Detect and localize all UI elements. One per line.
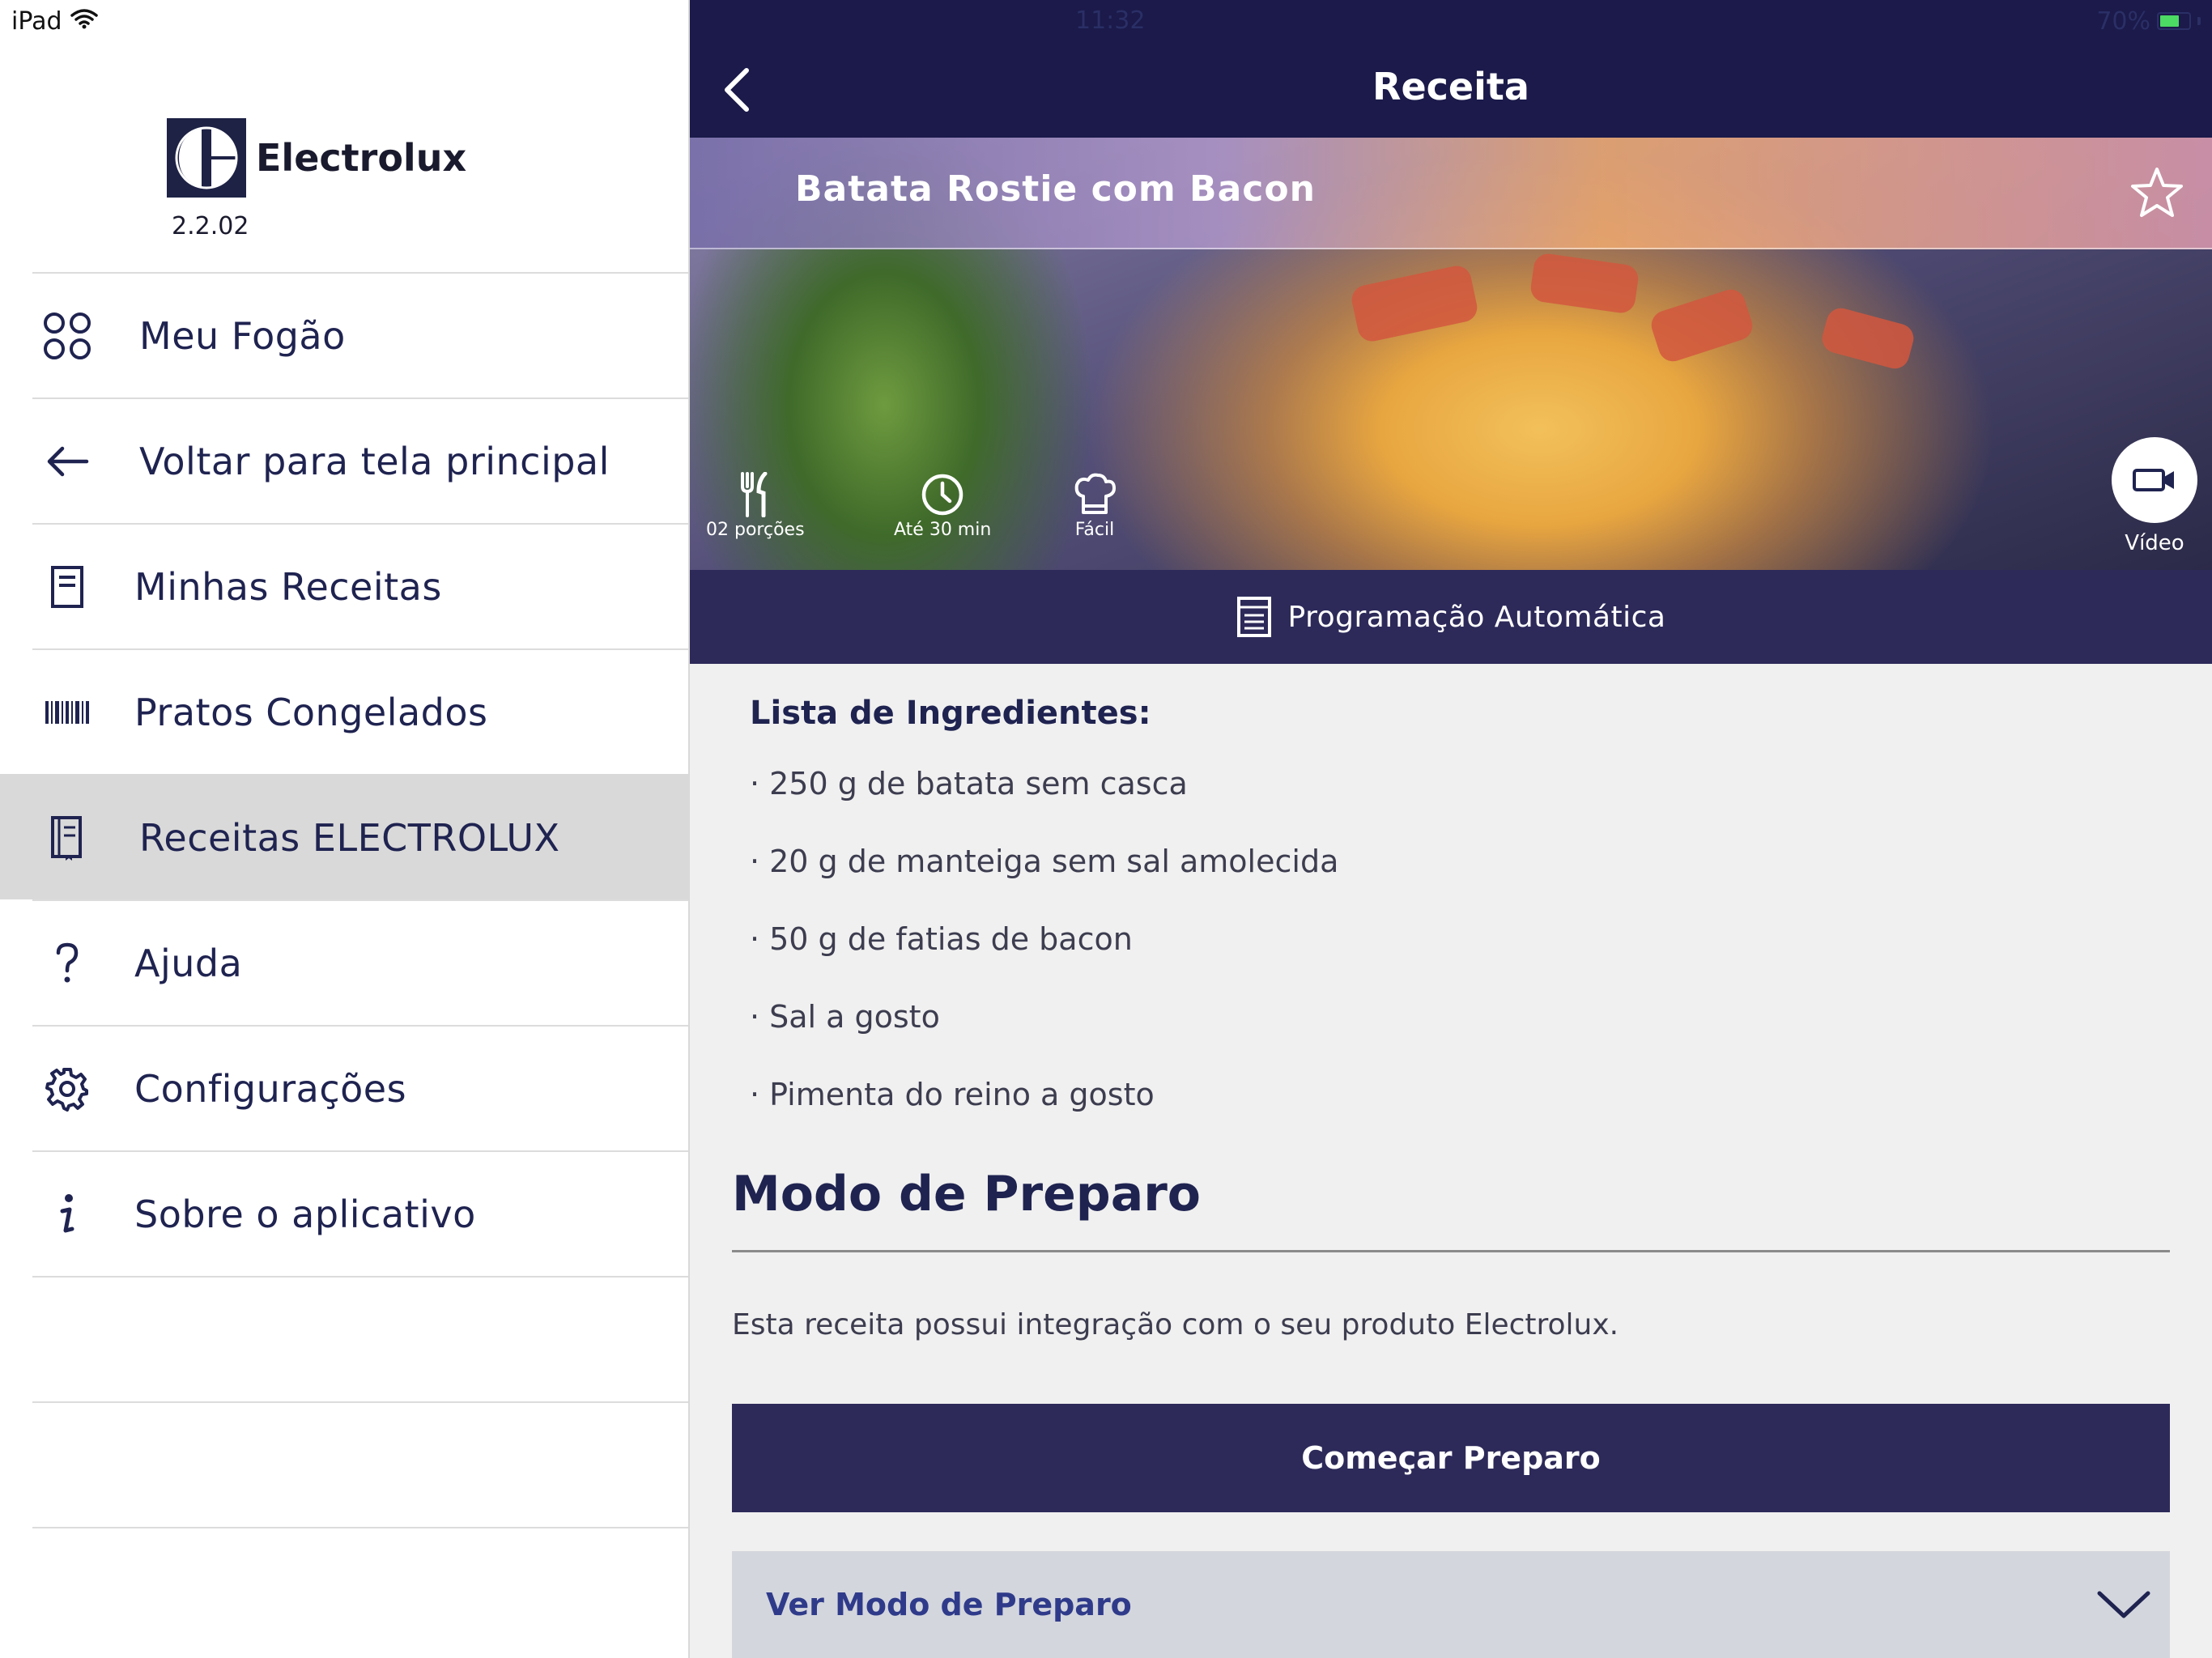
brand-logo: Electrolux [167, 118, 466, 198]
preparation-description: Esta receita possui integração com o seu… [732, 1308, 1619, 1341]
app-version: 2.2.02 [172, 212, 249, 240]
view-preparation-label: Ver Modo de Preparo [766, 1587, 1132, 1622]
gear-icon [39, 1061, 96, 1117]
battery-fill [2160, 15, 2179, 27]
recipe-hero-image: Batata Rostie com Bacon 02 porções Até 3… [690, 138, 2212, 570]
navigation-bar: Receita [690, 0, 2212, 138]
auto-program-button[interactable]: Programação Automática [690, 570, 2212, 664]
chef-hat-icon [1070, 470, 1119, 520]
ingredients-title: Lista de Ingredientes: [750, 695, 1151, 732]
sidebar-item-sobre[interactable]: Sobre o aplicativo [32, 1150, 688, 1276]
time-label: Até 30 min [894, 520, 992, 540]
start-preparation-button[interactable]: Começar Preparo [732, 1404, 2170, 1512]
brand-name: Electrolux [256, 136, 467, 180]
sidebar-item-label: Pratos Congelados [134, 690, 488, 734]
recipe-title-bar: Batata Rostie com Bacon [690, 138, 2212, 249]
recipe-difficulty: Fácil [1070, 470, 1119, 540]
ingredients-list: 250 g de batata sem casca 20 g de mantei… [750, 761, 1338, 1150]
info-icon [39, 1186, 96, 1243]
sidebar-item-voltar[interactable]: Voltar para tela principal [32, 397, 688, 523]
recipe-title: Batata Rostie com Bacon [795, 168, 1316, 210]
ingredient-item: Pimenta do reino a gosto [750, 1072, 1338, 1150]
sidebar-item-receitas-electrolux[interactable]: Receitas ELECTROLUX [0, 774, 688, 899]
recipe-time: Até 30 min [894, 470, 991, 540]
difficulty-label: Fácil [1074, 520, 1115, 540]
sidebar: Electrolux 2.2.02 Meu Fogão Voltar para … [0, 0, 690, 1658]
sidebar-item-label: Minhas Receitas [134, 564, 442, 609]
video-camera-icon [2133, 469, 2174, 491]
sidebar-item-label: Ajuda [134, 941, 243, 985]
recipe-portions: 02 porções [706, 470, 805, 540]
sidebar-item-configuracoes[interactable]: Configurações [32, 1025, 688, 1150]
sidebar-item-ajuda[interactable]: Ajuda [32, 899, 688, 1025]
sidebar-item-label: Sobre o aplicativo [134, 1192, 476, 1236]
hero-image-detail [1529, 252, 1640, 315]
battery-tip [2197, 17, 2201, 25]
video-button[interactable]: Vídeo [2112, 437, 2197, 555]
sidebar-empty-row [32, 1527, 688, 1632]
fork-knife-icon [731, 470, 780, 520]
sidebar-item-label: Receitas ELECTROLUX [139, 815, 560, 860]
sidebar-empty-row [32, 1401, 688, 1527]
video-button-circle [2112, 437, 2197, 523]
portions-label: 02 porções [706, 520, 805, 540]
book-icon [39, 810, 96, 866]
sidebar-empty-row [32, 1276, 688, 1401]
favorite-button[interactable] [2126, 162, 2188, 223]
star-icon [2131, 168, 2183, 217]
sidebar-item-pratos-congelados[interactable]: Pratos Congelados [32, 648, 688, 774]
recipe-detail: Receita Batata Rostie com Bacon 02 porçõ… [690, 0, 2212, 1658]
sidebar-item-label: Configurações [134, 1066, 407, 1111]
sidebar-item-meu-fogao[interactable]: Meu Fogão [32, 272, 688, 397]
arrow-left-icon [39, 433, 96, 490]
oven-icon [1236, 597, 1271, 637]
grid-circles-icon [39, 308, 96, 364]
battery-percent: 70% [2096, 6, 2150, 36]
preparation-title: Modo de Preparo [732, 1166, 1202, 1222]
status-bar-right: 70% [2096, 5, 2201, 37]
sidebar-menu: Meu Fogão Voltar para tela principal Min… [0, 272, 688, 1632]
ingredient-item: 20 g de manteiga sem sal amolecida [750, 839, 1338, 916]
section-divider [732, 1250, 2170, 1252]
hero-image-detail [1648, 286, 1756, 365]
ingredient-item: 250 g de batata sem casca [750, 761, 1338, 839]
ingredient-item: 50 g de fatias de bacon [750, 916, 1338, 994]
chevron-down-icon [2095, 1580, 2152, 1629]
device-name: iPad [11, 6, 62, 36]
ingredient-item: Sal a gosto [750, 994, 1338, 1072]
sidebar-item-label: Voltar para tela principal [139, 439, 610, 483]
clock-icon [918, 470, 967, 520]
sidebar-item-label: Meu Fogão [139, 313, 346, 358]
wifi-icon [70, 7, 98, 36]
video-label: Vídeo [2125, 531, 2184, 555]
document-icon [39, 559, 96, 615]
electrolux-logo-icon [167, 118, 246, 198]
status-time: 11:32 [1075, 6, 1146, 35]
status-bar-left: iPad [11, 5, 98, 37]
hero-image-detail [1349, 263, 1480, 344]
barcode-icon [39, 684, 96, 741]
view-preparation-toggle[interactable]: Ver Modo de Preparo [732, 1551, 2170, 1658]
auto-program-label: Programação Automática [1287, 600, 1666, 634]
battery-icon [2157, 12, 2191, 30]
sidebar-item-minhas-receitas[interactable]: Minhas Receitas [32, 523, 688, 648]
page-title: Receita [1372, 65, 1529, 108]
question-icon [39, 935, 96, 992]
hero-image-detail [1819, 304, 1917, 372]
